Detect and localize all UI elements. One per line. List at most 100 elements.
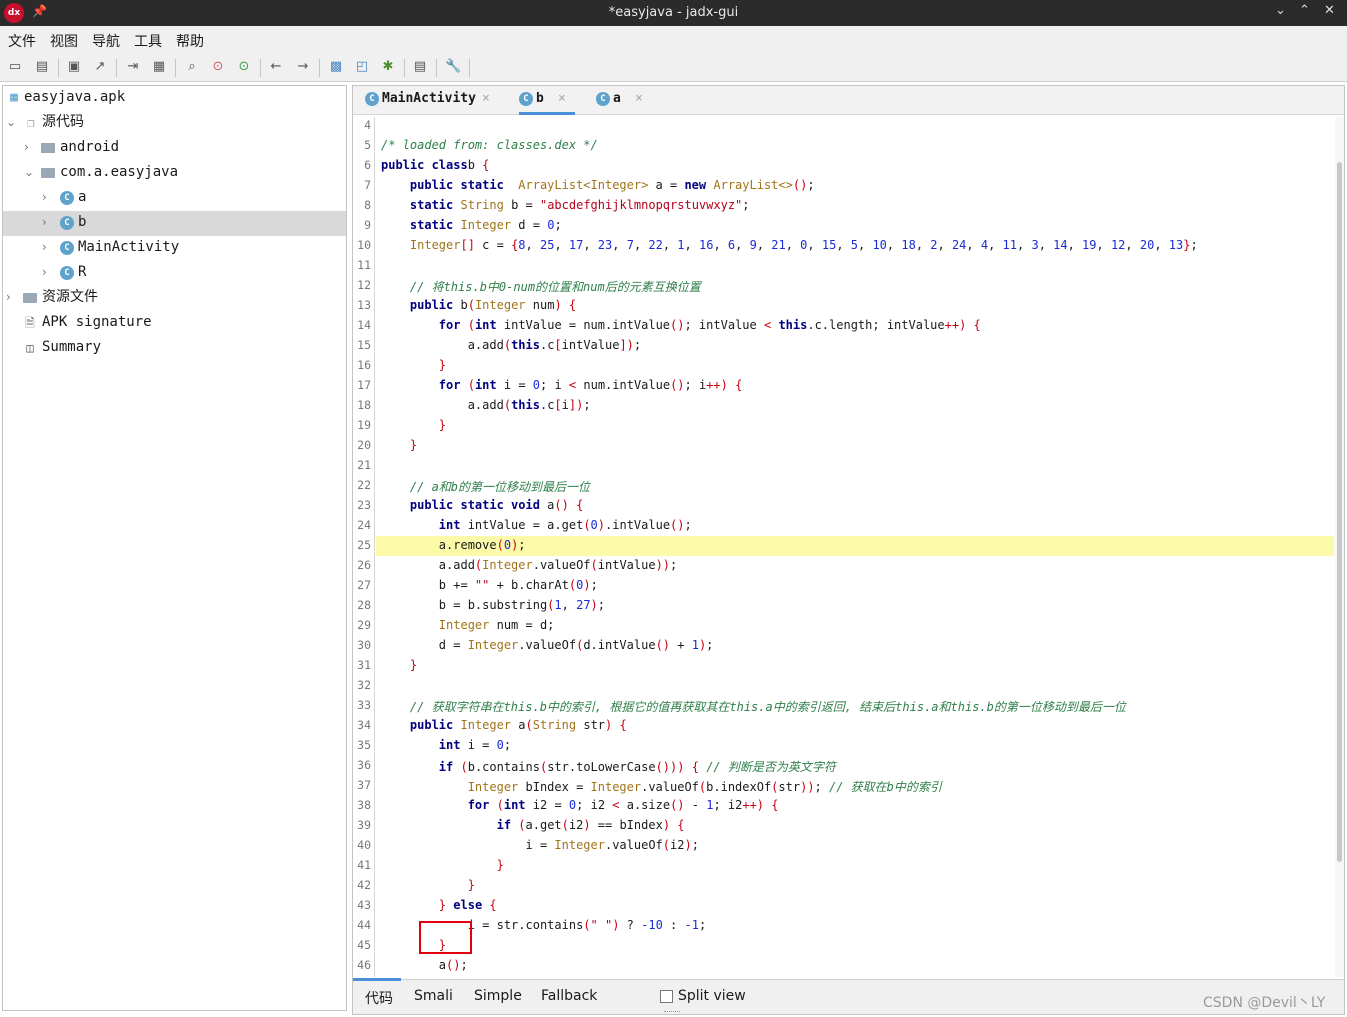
code-area[interactable]: 4 5 6 7 8 9 10 11 12 13 14 15 16 17 18 19 20 21 22 23 24 25 26… [353,117,1335,977]
forward-icon[interactable]: → [295,59,311,75]
menu-view[interactable]: 视图 [50,31,78,51]
menu-navigate[interactable]: 导航 [92,31,120,51]
deobfuscation-icon[interactable]: ▩ [328,59,344,75]
code-line[interactable]: } else { [381,898,497,912]
export-icon[interactable]: ↗ [92,59,108,75]
code-line[interactable]: public classb { [381,158,489,172]
code-line[interactable]: } [381,858,504,872]
code-line[interactable]: a.remove(0); [381,538,526,552]
menu-help[interactable]: 帮助 [176,31,204,51]
close-tab-icon[interactable]: × [482,86,490,112]
open-file-icon[interactable]: ▭ [7,59,23,75]
tab-a[interactable]: C a × [596,86,652,115]
maximize-icon[interactable]: ⌃ [1299,3,1310,18]
code-line[interactable]: // 将this.b中0-num的位置和num后的元素互换位置 [381,278,701,295]
find-usage-icon[interactable]: ⊙ [236,59,252,75]
split-view-checkbox[interactable] [660,990,673,1003]
debugger-icon[interactable]: ✱ [380,59,396,75]
code-line[interactable]: for (int intValue = num.intValue(); intV… [381,318,981,332]
chevron-right-icon[interactable]: › [42,236,47,258]
chevron-right-icon[interactable]: › [6,286,11,308]
code-line[interactable]: public static void a() { [381,498,583,512]
code-line[interactable]: a.add(Integer.valueOf(intValue)); [381,558,677,572]
close-tab-icon[interactable]: × [558,86,566,112]
code-token: ) [583,578,591,592]
code-line[interactable]: b = b.substring(1, 27); [381,598,605,612]
resize-grip[interactable] [664,1011,680,1014]
code-line[interactable]: d = Integer.valueOf(d.intValue() + 1); [381,638,714,652]
back-icon[interactable]: ← [268,59,284,75]
tree-item-resources[interactable]: › 资源文件 [3,286,346,311]
sync-icon[interactable]: ⇥ [125,59,141,75]
code-line[interactable]: // 获取字符串在this.b中的索引, 根据它的值再获取其在this.a中的索… [381,698,1126,715]
tab-fallback[interactable]: Fallback [541,988,597,1004]
log-icon[interactable]: ▤ [412,59,428,75]
code-line[interactable]: // a和b的第一位移动到最后一位 [381,478,590,495]
code-line[interactable]: if (b.contains(str.toLowerCase())) { // … [381,758,836,775]
tree-item-apk[interactable]: ▦ easyjava.apk [3,86,346,111]
code-line[interactable]: static Integer d = 0; [381,218,562,232]
chevron-right-icon[interactable]: › [42,211,47,233]
chevron-right-icon[interactable]: › [42,186,47,208]
code-line[interactable]: /* loaded from: classes.dex */ [381,138,598,152]
minimize-icon[interactable]: ⌄ [1275,3,1286,18]
close-icon[interactable]: ✕ [1324,3,1335,18]
code-line[interactable]: public static ArrayList<Integer> a = new… [381,178,815,192]
line-number: 39 [357,818,371,832]
tab-smali[interactable]: Smali [414,988,453,1004]
code-line[interactable]: Integer[] c = {8, 25, 17, 23, 7, 22, 1, … [381,238,1198,252]
scrollbar-thumb[interactable] [1337,162,1342,862]
tree-item-android[interactable]: › android [3,136,346,161]
tree-item-class-mainactivity[interactable]: › C MainActivity [3,236,346,261]
tab-simple[interactable]: Simple [474,988,522,1004]
tab-code[interactable]: 代码 [365,988,393,1008]
tree-item-summary[interactable]: ◫ Summary [3,336,346,361]
quick-tabs-icon[interactable]: ◰ [354,59,370,75]
code-line[interactable]: if (a.get(i2) == bIndex) { [381,818,685,832]
code-line[interactable]: for (int i2 = 0; i2 < a.size() - 1; i2++… [381,798,779,812]
vertical-scrollbar[interactable] [1335,117,1344,977]
find-class-icon[interactable]: ⊙ [210,59,226,75]
code-line[interactable]: public b(Integer num) { [381,298,576,312]
preferences-icon[interactable]: 🔧 [445,59,461,75]
code-line[interactable]: a.add(this.c[i]); [381,398,591,412]
tree-item-class-r[interactable]: › C R [3,261,346,286]
tree-item-apk-signature[interactable]: 🗎 APK signature [3,311,346,336]
code-line[interactable]: public Integer a(String str) { [381,718,627,732]
tree-item-sources[interactable]: ⌄ ❒ 源代码 [3,111,346,136]
add-file-icon[interactable]: ▤ [34,59,50,75]
code-line[interactable]: static String b = "abcdefghijklmnopqrstu… [381,198,750,212]
chevron-down-icon[interactable]: ⌄ [24,161,34,183]
code-line[interactable]: Integer num = d; [381,618,555,632]
code-line[interactable]: int i = 0; [381,738,511,752]
tree-item-class-a[interactable]: › C a [3,186,346,211]
code-line[interactable]: } [381,658,417,672]
save-icon[interactable]: ▣ [66,59,82,75]
code-token: 14 [1053,238,1068,252]
code-line[interactable]: a(); [381,958,468,972]
chevron-right-icon[interactable]: › [24,136,29,158]
code-line[interactable]: } [381,878,475,892]
chevron-right-icon[interactable]: › [42,261,47,283]
tab-b[interactable]: C b × [519,86,575,115]
code-line[interactable]: for (int i = 0; i < num.intValue(); i++)… [381,378,743,392]
menu-tools[interactable]: 工具 [134,31,162,51]
code-line[interactable]: b += "" + b.charAt(0); [381,578,598,592]
code-line[interactable]: } [381,418,446,432]
code-line[interactable]: Integer bIndex = Integer.valueOf(b.index… [381,778,942,795]
close-tab-icon[interactable]: × [635,86,643,112]
tab-mainactivity[interactable]: C MainActivity × [365,86,495,115]
chevron-down-icon[interactable]: ⌄ [6,111,16,133]
flatten-icon[interactable]: ▦ [151,59,167,75]
code-line[interactable]: } [381,358,446,372]
project-tree[interactable]: ▦ easyjava.apk ⌄ ❒ 源代码 › android ⌄ com.a… [2,85,347,1011]
code-line[interactable]: i = Integer.valueOf(i2); [381,838,698,852]
tree-item-package[interactable]: ⌄ com.a.easyjava [3,161,346,186]
code-line[interactable]: a.add(this.c[intValue]); [381,338,641,352]
search-icon[interactable]: ⌕ [184,59,200,75]
tree-item-class-b[interactable]: › C b [3,211,346,236]
code-line[interactable]: int intValue = a.get(0).intValue(); [381,518,692,532]
menu-file[interactable]: 文件 [8,31,36,51]
code-token: , [1067,238,1083,252]
code-line[interactable]: } [381,438,417,452]
